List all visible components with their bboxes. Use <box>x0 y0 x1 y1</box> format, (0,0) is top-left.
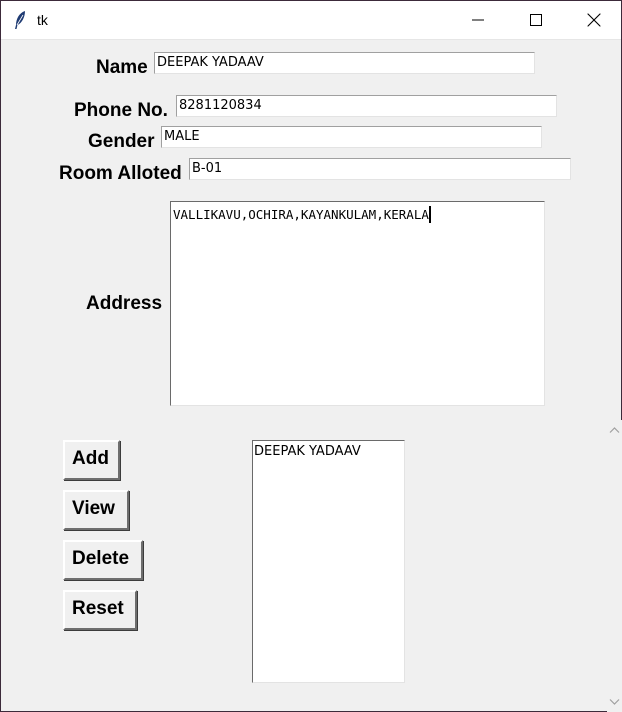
chevron-down-icon[interactable] <box>609 696 620 707</box>
maximize-icon <box>530 14 542 26</box>
phone-field[interactable]: 8281120834 <box>176 95 557 117</box>
minimize-icon <box>472 19 484 21</box>
records-listbox[interactable]: DEEPAK YADAAV <box>252 440 405 683</box>
close-icon <box>587 13 601 27</box>
phone-label: Phone No. <box>74 100 168 121</box>
chevron-up-icon[interactable] <box>609 425 620 436</box>
vertical-scrollbar[interactable] <box>607 420 622 712</box>
add-button[interactable]: Add <box>63 440 120 480</box>
room-field[interactable]: B-01 <box>189 158 571 180</box>
address-textarea[interactable]: VALLIKAVU,OCHIRA,KAYANKULAM,KERALA <box>170 201 545 406</box>
title-bar[interactable]: tk <box>1 1 621 40</box>
address-label: Address <box>86 293 163 314</box>
maximize-button[interactable] <box>507 1 565 39</box>
window-title: tk <box>37 12 48 28</box>
gender-label: Gender <box>88 131 155 152</box>
room-label: Room Alloted <box>59 163 182 184</box>
close-button[interactable] <box>565 1 622 39</box>
list-item[interactable]: DEEPAK YADAAV <box>254 443 403 461</box>
minimize-button[interactable] <box>449 1 507 39</box>
feather-icon <box>13 10 27 30</box>
view-button[interactable]: View <box>63 490 129 530</box>
delete-button[interactable]: Delete <box>63 540 143 580</box>
name-label: Name <box>96 57 148 78</box>
name-field[interactable]: DEEPAK YADAAV <box>154 52 535 74</box>
gender-field[interactable]: MALE <box>161 126 542 148</box>
reset-button[interactable]: Reset <box>63 590 137 630</box>
text-caret <box>428 206 431 223</box>
address-text: VALLIKAVU,OCHIRA,KAYANKULAM,KERALA <box>173 207 429 222</box>
